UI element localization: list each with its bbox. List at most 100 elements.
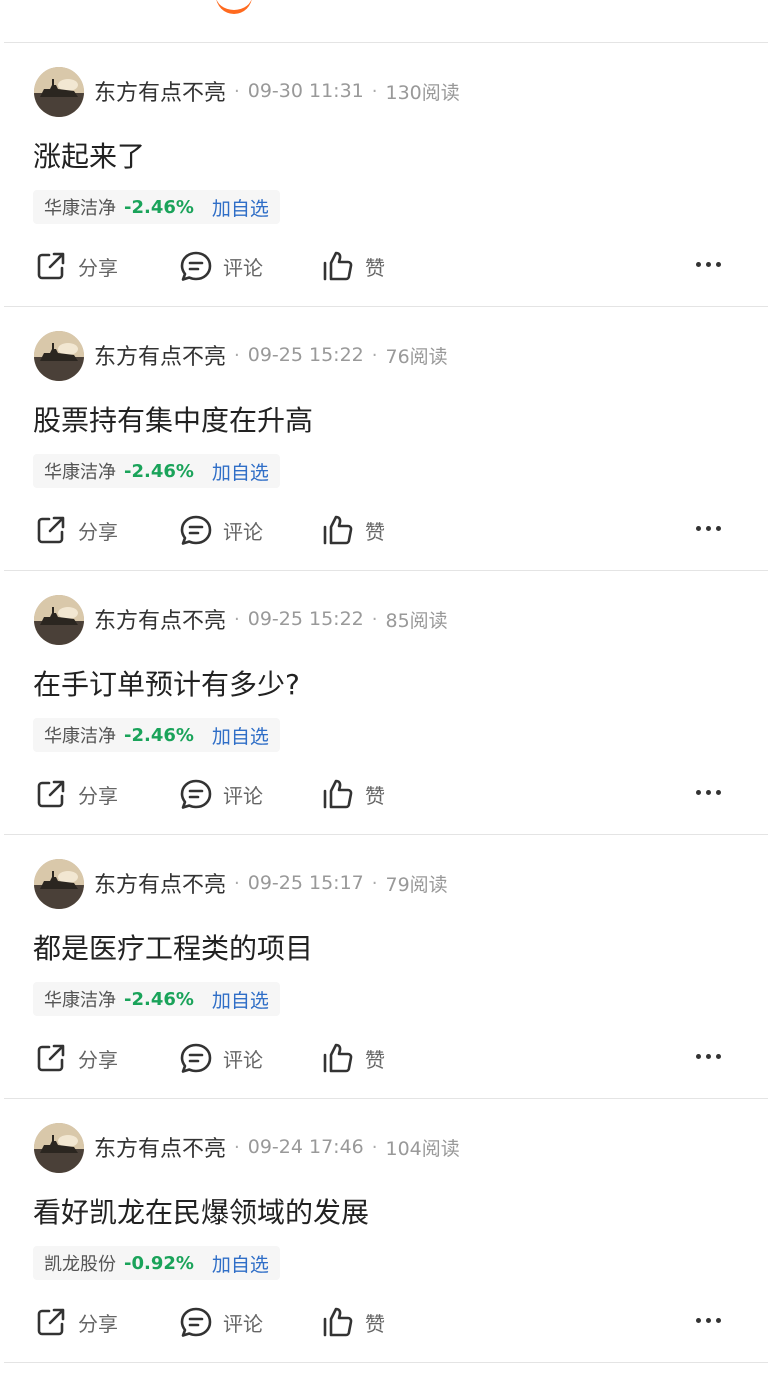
separator-dot: · bbox=[371, 344, 378, 366]
post-card[interactable]: 东方有点不亮 · 09-25 15:17 · 79阅读 都是医疗工程类的项目 华… bbox=[4, 835, 768, 1099]
stock-change: -2.46% bbox=[124, 724, 194, 746]
more-icon[interactable] bbox=[696, 526, 721, 531]
thumbs-up-icon bbox=[323, 1307, 353, 1337]
comment-button[interactable]: 评论 bbox=[178, 774, 263, 814]
post-text[interactable]: 股票持有集中度在升高 bbox=[33, 399, 313, 439]
like-label: 赞 bbox=[365, 1047, 385, 1072]
comment-label: 评论 bbox=[223, 783, 263, 808]
separator-dot: · bbox=[234, 344, 240, 366]
read-count: 130阅读 bbox=[385, 81, 460, 104]
separator-dot: · bbox=[234, 608, 240, 630]
avatar[interactable] bbox=[34, 1123, 84, 1173]
comment-icon bbox=[180, 779, 212, 809]
share-label: 分享 bbox=[78, 519, 118, 544]
post-time: 09-30 11:31 bbox=[247, 80, 364, 102]
share-icon bbox=[37, 516, 65, 544]
comment-button[interactable]: 评论 bbox=[178, 1302, 263, 1342]
add-watchlist-button[interactable]: 加自选 bbox=[212, 986, 269, 1013]
post-card[interactable]: 东方有点不亮 · 09-30 11:31 · 130阅读 涨起来了 华康洁净 -… bbox=[4, 43, 768, 307]
comment-button[interactable]: 评论 bbox=[178, 246, 263, 286]
stock-change: -2.46% bbox=[124, 196, 194, 218]
comment-icon bbox=[180, 251, 212, 281]
post-card[interactable]: 东方有点不亮 · 09-25 15:22 · 85阅读 在手订单预计有多少? 华… bbox=[4, 571, 768, 835]
stock-name[interactable]: 华康洁净 bbox=[44, 986, 116, 1012]
author-name[interactable]: 东方有点不亮 bbox=[94, 1131, 226, 1163]
like-button[interactable]: 赞 bbox=[320, 1038, 385, 1078]
add-watchlist-button[interactable]: 加自选 bbox=[212, 194, 269, 221]
like-button[interactable]: 赞 bbox=[320, 1302, 385, 1342]
action-bar: 分享 评论 赞 bbox=[33, 1302, 753, 1342]
stock-chip[interactable]: 凯龙股份 -0.92% 加自选 bbox=[33, 1246, 280, 1280]
avatar[interactable] bbox=[34, 595, 84, 645]
more-icon[interactable] bbox=[696, 790, 721, 795]
stock-name[interactable]: 华康洁净 bbox=[44, 458, 116, 484]
share-button[interactable]: 分享 bbox=[33, 510, 118, 550]
stock-name[interactable]: 凯龙股份 bbox=[44, 1250, 116, 1276]
comment-button[interactable]: 评论 bbox=[178, 1038, 263, 1078]
loading-indicator bbox=[216, 0, 252, 14]
like-button[interactable]: 赞 bbox=[320, 510, 385, 550]
add-watchlist-button[interactable]: 加自选 bbox=[212, 1250, 269, 1277]
action-bar: 分享 评论 赞 bbox=[33, 510, 753, 550]
post-card[interactable]: 东方有点不亮 · 09-25 15:22 · 76阅读 股票持有集中度在升高 华… bbox=[4, 307, 768, 571]
author-name[interactable]: 东方有点不亮 bbox=[94, 603, 226, 635]
post-text[interactable]: 涨起来了 bbox=[33, 135, 145, 175]
add-watchlist-button[interactable]: 加自选 bbox=[212, 722, 269, 749]
post-text[interactable]: 看好凯龙在民爆领域的发展 bbox=[33, 1191, 369, 1231]
share-label: 分享 bbox=[78, 255, 118, 280]
thumbs-up-icon bbox=[323, 1043, 353, 1073]
comment-label: 评论 bbox=[223, 255, 263, 280]
read-count: 85阅读 bbox=[385, 609, 448, 632]
comment-label: 评论 bbox=[223, 1047, 263, 1072]
comment-button[interactable]: 评论 bbox=[178, 510, 263, 550]
comment-icon bbox=[180, 515, 212, 545]
share-label: 分享 bbox=[78, 1047, 118, 1072]
post-text[interactable]: 都是医疗工程类的项目 bbox=[33, 927, 313, 967]
share-button[interactable]: 分享 bbox=[33, 1302, 118, 1342]
stock-name[interactable]: 华康洁净 bbox=[44, 194, 116, 220]
separator-dot: · bbox=[371, 80, 378, 102]
share-icon bbox=[37, 1044, 65, 1072]
post-time: 09-25 15:17 bbox=[247, 872, 364, 894]
like-button[interactable]: 赞 bbox=[320, 246, 385, 286]
separator-dot: · bbox=[234, 80, 240, 102]
author-name[interactable]: 东方有点不亮 bbox=[94, 75, 226, 107]
avatar[interactable] bbox=[34, 859, 84, 909]
post-card[interactable]: 东方有点不亮 · 09-24 17:46 · 104阅读 看好凯龙在民爆领域的发… bbox=[4, 1099, 768, 1363]
stock-change: -2.46% bbox=[124, 460, 194, 482]
author-name[interactable]: 东方有点不亮 bbox=[94, 867, 226, 899]
more-icon[interactable] bbox=[696, 262, 721, 267]
more-icon[interactable] bbox=[696, 1054, 721, 1059]
like-button[interactable]: 赞 bbox=[320, 774, 385, 814]
comment-label: 评论 bbox=[223, 519, 263, 544]
more-icon[interactable] bbox=[696, 1318, 721, 1323]
read-count: 104阅读 bbox=[385, 1137, 460, 1160]
avatar[interactable] bbox=[34, 67, 84, 117]
like-label: 赞 bbox=[365, 1311, 385, 1336]
stock-chip[interactable]: 华康洁净 -2.46% 加自选 bbox=[33, 982, 280, 1016]
share-button[interactable]: 分享 bbox=[33, 246, 118, 286]
thumbs-up-icon bbox=[323, 779, 353, 809]
separator-dot: · bbox=[371, 872, 378, 894]
stock-chip[interactable]: 华康洁净 -2.46% 加自选 bbox=[33, 718, 280, 752]
stock-chip[interactable]: 华康洁净 -2.46% 加自选 bbox=[33, 190, 280, 224]
thumbs-up-icon bbox=[323, 251, 353, 281]
add-watchlist-button[interactable]: 加自选 bbox=[212, 458, 269, 485]
comment-label: 评论 bbox=[223, 1311, 263, 1336]
comment-icon bbox=[180, 1043, 212, 1073]
share-icon bbox=[37, 1308, 65, 1336]
comment-icon bbox=[180, 1307, 212, 1337]
share-label: 分享 bbox=[78, 1311, 118, 1336]
separator-dot: · bbox=[234, 872, 240, 894]
post-time: 09-25 15:22 bbox=[247, 608, 364, 630]
like-label: 赞 bbox=[365, 783, 385, 808]
share-label: 分享 bbox=[78, 783, 118, 808]
share-button[interactable]: 分享 bbox=[33, 1038, 118, 1078]
stock-name[interactable]: 华康洁净 bbox=[44, 722, 116, 748]
post-text[interactable]: 在手订单预计有多少? bbox=[33, 663, 300, 703]
stock-change: -2.46% bbox=[124, 988, 194, 1010]
avatar[interactable] bbox=[34, 331, 84, 381]
stock-chip[interactable]: 华康洁净 -2.46% 加自选 bbox=[33, 454, 280, 488]
author-name[interactable]: 东方有点不亮 bbox=[94, 339, 226, 371]
share-button[interactable]: 分享 bbox=[33, 774, 118, 814]
